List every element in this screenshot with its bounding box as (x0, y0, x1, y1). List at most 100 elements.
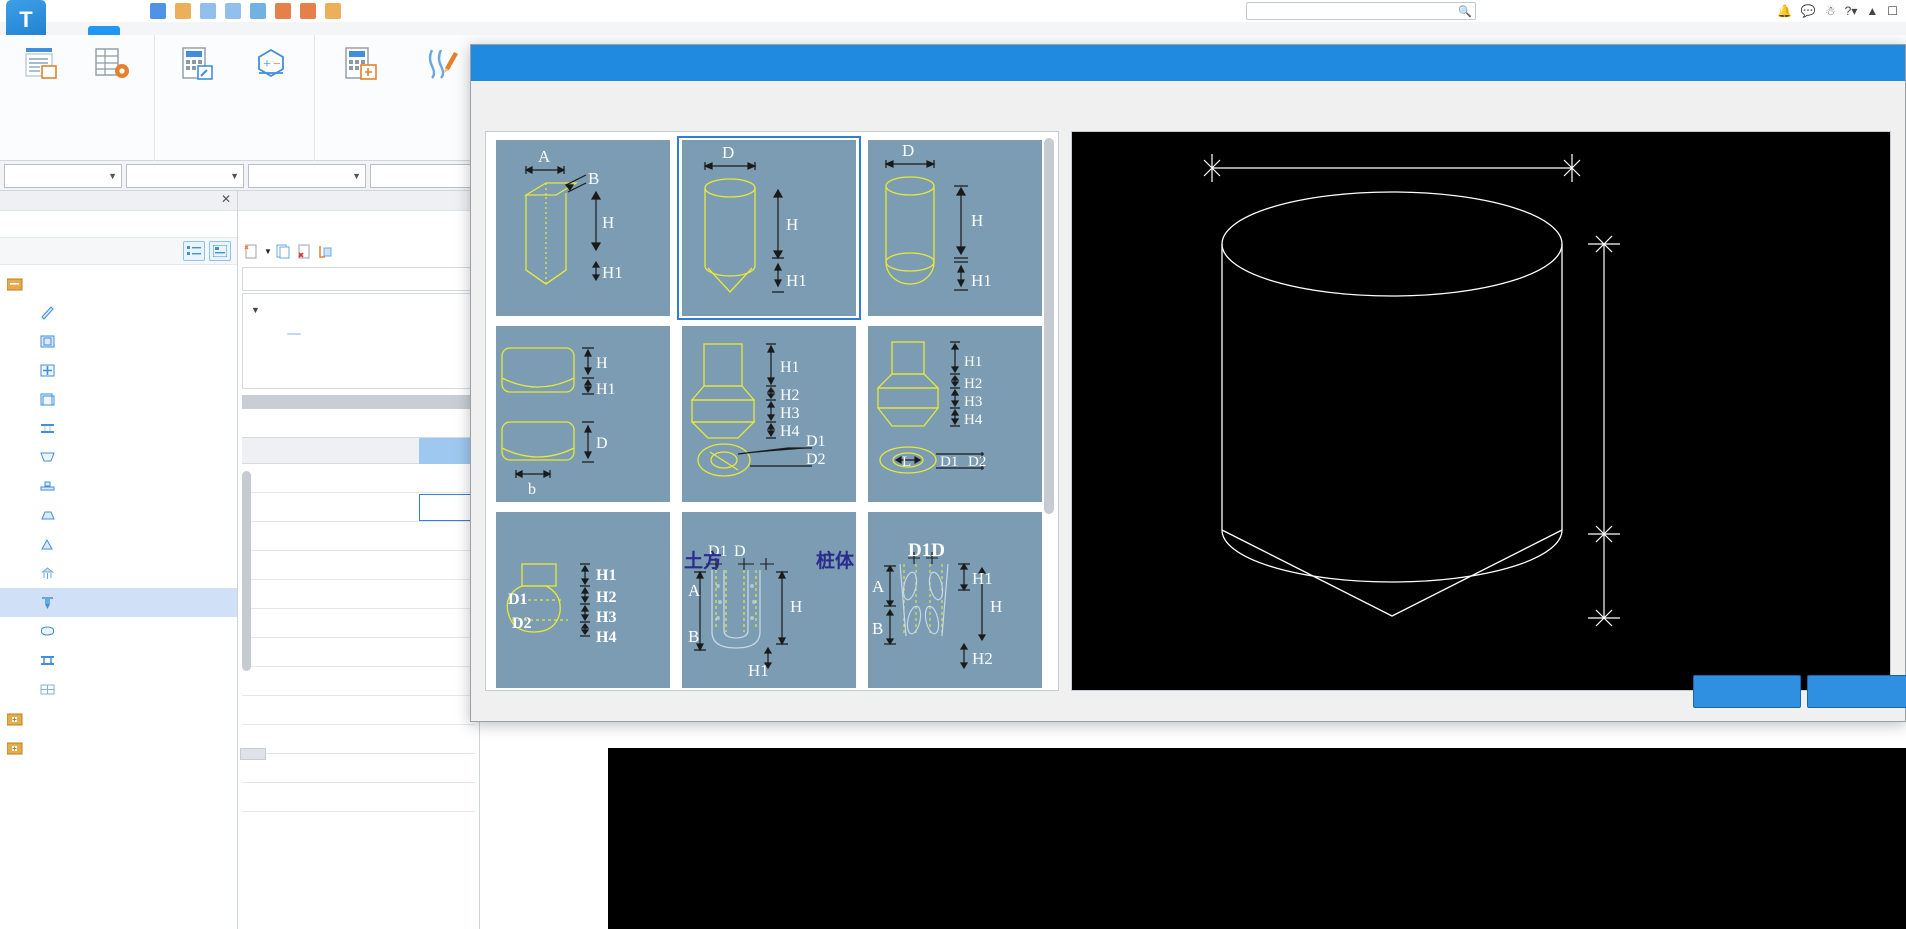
brick-form-icon (38, 681, 56, 699)
sidebar-item-foundation-strip[interactable] (0, 414, 237, 443)
combo-category[interactable]: ▼ (126, 163, 244, 188)
sidebar-item-raft-foundation[interactable] (0, 327, 237, 356)
sidebar-item-cushion[interactable] (0, 617, 237, 646)
row-value[interactable] (419, 493, 475, 521)
tree-node-qita[interactable] (0, 704, 237, 733)
tab-gongju[interactable] (184, 26, 216, 35)
tab-gongchengshezhi[interactable] (88, 26, 120, 35)
ribbon-button-weight-settings[interactable] (403, 41, 479, 89)
sidebar-item-trench[interactable] (0, 646, 237, 675)
tab-shitu[interactable] (152, 26, 184, 35)
ok-button[interactable] (1693, 675, 1801, 708)
tab-jianmo[interactable] (120, 26, 152, 35)
close-icon[interactable]: ✕ (221, 192, 231, 206)
card-view-button[interactable] (209, 241, 231, 261)
tree-node-jichu[interactable] (0, 269, 237, 298)
chevron-down-icon[interactable]: ▼ (108, 171, 117, 181)
ribbon-tabs[interactable] (0, 5, 1906, 35)
sidebar-item-basement-beam[interactable] (0, 298, 237, 327)
combo-element-type[interactable]: ▼ (248, 163, 366, 188)
chevron-down-icon[interactable]: ▼ (352, 171, 361, 181)
parametric-shape-dialog: A B H H1 D H H1 D H H1 H H1 D b H1 H2 H3… (470, 44, 1906, 722)
svg-text:A: A (538, 147, 551, 166)
tab-gongchengliang[interactable] (216, 26, 248, 35)
calc-settings-icon (175, 41, 221, 87)
chevron-down-icon[interactable]: ▼ (230, 171, 239, 181)
table-row[interactable] (242, 522, 475, 551)
component-list[interactable]: ▼ (242, 293, 475, 389)
sidebar-item-pedestal[interactable] (0, 472, 237, 501)
ribbon-button-project-info[interactable] (8, 41, 75, 89)
sidebar-item-sump[interactable] (0, 443, 237, 472)
table-row[interactable] (242, 638, 475, 667)
ribbon-button-floor-settings[interactable] (79, 41, 146, 89)
svg-text:H1: H1 (780, 359, 800, 376)
combo-floor[interactable]: ▼ (4, 163, 122, 188)
sidebar-item-isolated-footing[interactable] (0, 501, 237, 530)
svg-text:H2: H2 (596, 589, 616, 606)
svg-text:H1: H1 (596, 381, 616, 398)
component-list-title (238, 211, 479, 237)
property-list-title (238, 409, 479, 437)
shape-tile-oblong-pile[interactable]: H H1 D b (490, 321, 676, 507)
ribbon-button-calc-settings[interactable] (163, 41, 233, 89)
navigation-tree[interactable] (0, 265, 237, 762)
tree-node-zidingyi[interactable] (0, 733, 237, 762)
sidebar-item-strip-footing[interactable] (0, 530, 237, 559)
canvas-viewport[interactable] (608, 748, 1906, 929)
sidebar-item-pile-cap[interactable] (0, 559, 237, 588)
table-row[interactable] (242, 493, 475, 522)
component-search-input[interactable] (242, 267, 475, 291)
shape-tile-well-pile-3[interactable]: D1 D2 H1 H2 H3 H4 (490, 507, 676, 690)
shape-tile-circular-pile[interactable]: D H H1 (676, 135, 862, 321)
tab-kaishi[interactable] (56, 26, 88, 35)
shape-tile-retaining-pile-1[interactable]: A B H H1 D1 D 土方 桩体 (676, 507, 862, 690)
sidebar-item-brick-formwork[interactable] (0, 675, 237, 704)
property-scrollbar[interactable] (242, 471, 251, 671)
new-component-button[interactable]: ▼ (244, 244, 272, 259)
tile-list-scrollbar[interactable] (1044, 138, 1054, 514)
table-row[interactable] (242, 551, 475, 580)
ribbon-group-basic (0, 35, 155, 161)
ribbon-button-calc-rules[interactable]: + − (237, 41, 307, 89)
copy-component-button[interactable] (276, 244, 293, 259)
expander-icon[interactable]: ▼ (251, 305, 260, 315)
shape-tile-well-pile-2[interactable]: H1 H2 H3 H4 L D1 D2 (862, 321, 1048, 507)
tab-parameter-diagram[interactable] (240, 748, 266, 760)
svg-text:D: D (734, 543, 746, 560)
cancel-button[interactable] (1807, 675, 1906, 708)
layer-component-button[interactable] (318, 244, 332, 259)
component-list-toolbar[interactable]: ▼ (238, 237, 479, 265)
shape-tile-retaining-pile-2[interactable]: A B H1 H H2 D1D (862, 507, 1048, 690)
shape-tile-rect-pile[interactable]: A B H H1 (490, 135, 676, 321)
table-row[interactable] (242, 696, 475, 725)
shape-tile-grid[interactable]: A B H H1 D H H1 D H H1 H H1 D b H1 H2 H3… (486, 132, 1058, 690)
tab-yunyingyong[interactable] (248, 26, 280, 35)
table-row[interactable] (242, 667, 475, 696)
shape-tile-list[interactable]: A B H H1 D H H1 D H H1 H H1 D b H1 H2 H3… (485, 131, 1059, 691)
sidebar-item-raft-main-rebar[interactable] (0, 356, 237, 385)
table-row[interactable] (242, 783, 475, 812)
footing-icon (38, 507, 56, 525)
preview-drawing (1203, 154, 1620, 627)
sidebar-item-raft-negative-rebar[interactable] (0, 385, 237, 414)
list-view-button[interactable] (183, 241, 205, 261)
shape-preview-pane[interactable] (1071, 131, 1891, 691)
table-row[interactable] (242, 609, 475, 638)
table-row[interactable] (242, 580, 475, 609)
project-info-icon (19, 41, 65, 87)
nav-dock-toolbar (0, 237, 237, 265)
chevron-down-icon[interactable]: ▼ (264, 247, 272, 256)
ribbon-button-calc-settings-2[interactable] (323, 41, 399, 89)
table-row[interactable] (242, 464, 475, 493)
list-item[interactable] (243, 322, 474, 346)
svg-text:H1: H1 (964, 354, 982, 370)
svg-text:b: b (528, 481, 536, 498)
component-group-row[interactable]: ▼ (243, 298, 474, 322)
shape-tile-circular-pile-spherical-base[interactable]: D H H1 (862, 135, 1048, 321)
sidebar-item-pile[interactable] (0, 588, 237, 617)
delete-component-button[interactable] (297, 244, 314, 259)
svg-text:B: B (688, 627, 699, 646)
bottom-tab-strip[interactable] (240, 748, 600, 778)
shape-tile-well-pile-1[interactable]: H1 H2 H3 H4 D1 D2 (676, 321, 862, 507)
